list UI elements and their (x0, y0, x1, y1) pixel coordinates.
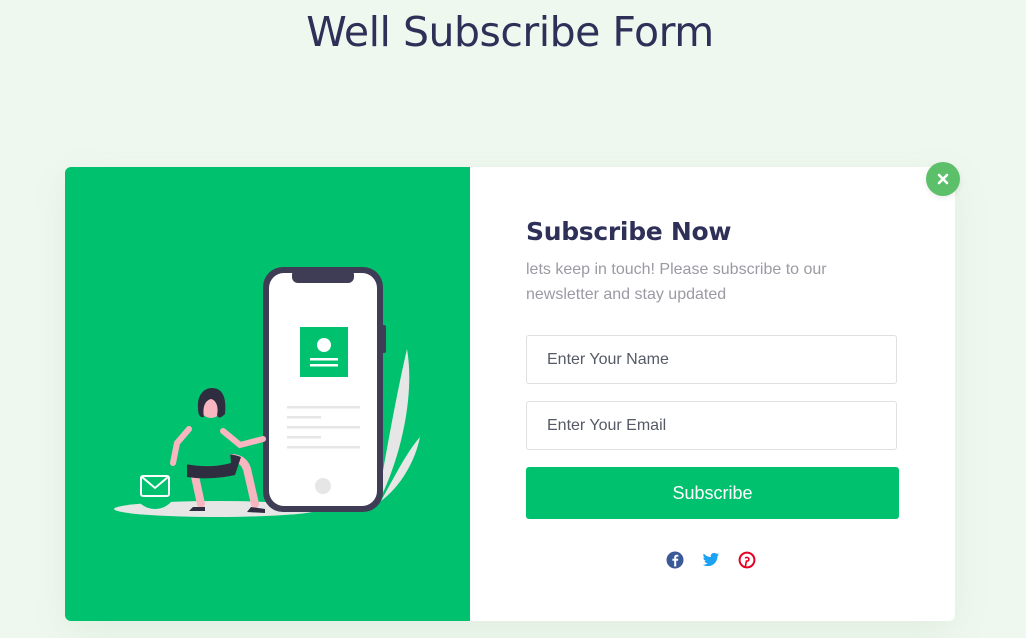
close-button[interactable] (926, 162, 960, 196)
illustration-panel (65, 167, 470, 621)
subscribe-button[interactable]: Subscribe (526, 467, 899, 519)
pinterest-icon[interactable] (738, 551, 756, 569)
subscribe-form: Subscribe Now lets keep in touch! Please… (470, 167, 955, 621)
facebook-icon[interactable] (666, 551, 684, 569)
name-input[interactable] (526, 335, 897, 384)
email-input[interactable] (526, 401, 897, 450)
phone-illustration (114, 267, 420, 517)
form-subtitle: lets keep in touch! Please subscribe to … (526, 261, 827, 303)
page-title: Well Subscribe Form (306, 8, 714, 56)
close-icon (937, 173, 949, 185)
twitter-icon[interactable] (702, 551, 720, 569)
subscribe-modal: Subscribe Now lets keep in touch! Please… (65, 167, 955, 621)
form-title: Subscribe Now (526, 217, 732, 246)
social-links (666, 551, 756, 569)
